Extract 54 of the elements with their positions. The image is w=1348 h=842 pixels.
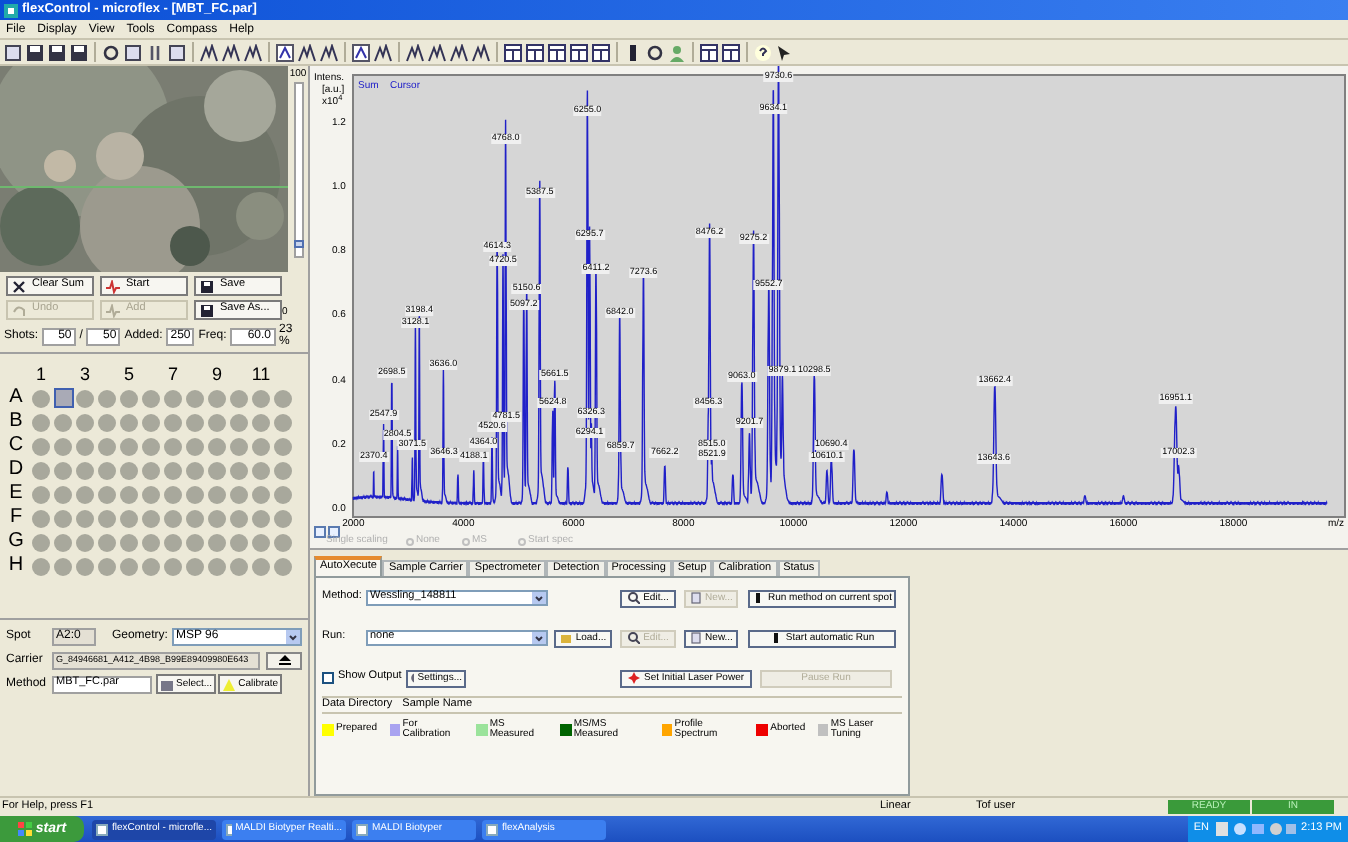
row-label: E [9, 484, 23, 504]
grid-icon[interactable] [592, 43, 610, 61]
folder-icon [559, 632, 572, 644]
cursor-icon[interactable] [776, 43, 794, 61]
row-label: D [8, 460, 24, 480]
pause-icon[interactable] [146, 43, 164, 61]
zoom-icon[interactable] [276, 43, 294, 61]
close-icon [12, 279, 26, 293]
magnifier-icon [627, 632, 640, 644]
document-icon [689, 632, 702, 644]
windows-logo-icon [17, 822, 32, 836]
dropdown-arrow-icon [286, 629, 300, 643]
eject-icon [277, 654, 291, 666]
row-label: A [9, 388, 23, 408]
checkbox-icon[interactable] [328, 526, 340, 538]
folder-icon [160, 677, 174, 691]
row-label: B [9, 412, 23, 432]
eject-button[interactable] [266, 651, 302, 669]
save-icon [200, 279, 214, 293]
zoom-icon[interactable] [352, 43, 370, 61]
column-label: 5 [123, 365, 134, 383]
save-icon[interactable] [48, 43, 66, 61]
star-icon [627, 672, 640, 684]
circle-icon[interactable] [646, 43, 664, 61]
column-label: 9 [211, 365, 222, 383]
bar-icon [769, 632, 782, 644]
save-icon [200, 303, 214, 317]
row-label: G [8, 532, 24, 552]
column-label: 11 [251, 365, 271, 383]
help-icon[interactable] [754, 43, 772, 61]
row-label: C [8, 436, 24, 456]
checkbox-icon[interactable] [314, 526, 326, 538]
tray-icons-drawing [1215, 822, 1296, 836]
column-label: 1 [35, 365, 46, 383]
app-icon [4, 3, 18, 17]
magnifier-icon [627, 592, 640, 604]
dropdown-arrow-icon [532, 632, 546, 644]
grid-icon[interactable] [548, 43, 566, 61]
dropdown-arrow-icon [532, 592, 546, 604]
row-label: F [9, 508, 23, 528]
grid-icon[interactable] [570, 43, 588, 61]
column-label: 3 [79, 365, 90, 383]
document-icon [689, 592, 702, 604]
grid-icon[interactable] [526, 43, 544, 61]
save-icon[interactable] [26, 43, 44, 61]
column-label: 7 [167, 365, 178, 383]
undo-icon [12, 303, 26, 317]
save-icon[interactable] [70, 43, 88, 61]
bar-icon [752, 592, 764, 604]
warning-icon [222, 677, 237, 691]
refresh-icon[interactable] [102, 43, 120, 61]
plate-well[interactable] [53, 388, 73, 408]
row-label: H [8, 556, 24, 576]
slider-thumb[interactable] [293, 239, 303, 248]
